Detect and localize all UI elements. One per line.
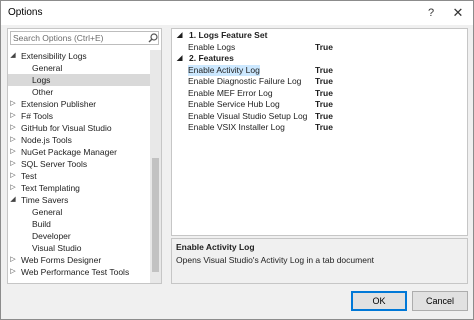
grid-property-row[interactable]: Enable Diagnostic Failure Log True <box>172 76 467 87</box>
tree-item-label: Web Forms Designer <box>21 255 102 265</box>
tree-item-label: Logs <box>32 75 51 85</box>
help-button[interactable]: ? <box>417 2 445 24</box>
search-box[interactable] <box>10 31 159 45</box>
ok-button[interactable]: OK <box>351 291 407 311</box>
expand-arrow-icon[interactable]: ▷ <box>9 254 17 266</box>
tree-item[interactable]: ▷ NuGet Package Manager <box>8 146 150 158</box>
property-value[interactable]: True <box>315 65 333 76</box>
close-button[interactable]: ✕ <box>444 2 472 24</box>
tree-item-label: General <box>32 63 63 73</box>
expand-arrow-icon[interactable]: ▷ <box>9 158 17 170</box>
expand-arrow-icon[interactable]: ▷ <box>9 182 17 194</box>
cancel-button[interactable]: Cancel <box>412 291 468 311</box>
property-name[interactable]: Enable VSIX Installer Log <box>188 122 285 133</box>
tree-item[interactable]: ◢ Time Savers <box>8 194 150 206</box>
tree-scrollbar[interactable] <box>150 50 161 283</box>
category-label: 2. Features <box>189 53 234 63</box>
tree-item[interactable]: Build <box>8 218 150 230</box>
property-value[interactable]: True <box>315 111 333 122</box>
tree-item[interactable]: ▷ Text Templating <box>8 182 150 194</box>
grid-property-row[interactable]: Enable Visual Studio Setup Log True <box>172 111 467 122</box>
expand-arrow-icon[interactable]: ▷ <box>9 122 17 134</box>
property-value[interactable]: True <box>315 99 333 110</box>
property-grid: ◢ 1. Logs Feature Set Enable Logs True ◢ 2. F… <box>171 28 468 236</box>
tree-item-label: Other <box>32 87 54 97</box>
tree-item-label: General <box>32 207 63 217</box>
property-name[interactable]: Enable Visual Studio Setup Log <box>188 111 307 122</box>
tree-item-label: Time Savers <box>21 195 69 205</box>
options-tree: ◢ Extensibility Logs General Logs Other ▷ Exte… <box>8 50 150 283</box>
tree-item-label: NuGet Package Manager <box>21 147 117 157</box>
tree-item-label: Node.js Tools <box>21 135 72 145</box>
property-name[interactable]: Enable Diagnostic Failure Log <box>188 76 301 87</box>
property-name[interactable]: Enable Activity Log <box>188 64 260 76</box>
collapse-arrow-icon[interactable]: ◢ <box>9 194 17 206</box>
tree-item-label: SQL Server Tools <box>21 159 88 169</box>
tree-item[interactable]: ▷ Extension Publisher <box>8 98 150 110</box>
options-dialog: Options ? ✕ ◢ Extensibility Logs General Lo… <box>0 0 474 320</box>
tree-item[interactable]: Visual Studio <box>8 242 150 254</box>
tree-item[interactable]: ▷ Web Performance Test Tools <box>8 266 150 278</box>
tree-item[interactable]: ◢ Extensibility Logs <box>8 50 150 62</box>
search-input[interactable] <box>13 32 143 44</box>
description-text: Opens Visual Studio's Activity Log in a … <box>176 255 375 265</box>
property-name[interactable]: Enable MEF Error Log <box>188 88 273 99</box>
tree-item[interactable]: ▷ SQL Server Tools <box>8 158 150 170</box>
tree-item[interactable]: ▷ Node.js Tools <box>8 134 150 146</box>
tree-item-label: Test <box>21 171 37 181</box>
grid-category[interactable]: ◢ 1. Logs Feature Set <box>172 30 467 41</box>
property-value[interactable]: True <box>315 122 333 133</box>
grid-property-row[interactable]: Enable MEF Error Log True <box>172 88 467 99</box>
tree-item[interactable]: Developer <box>8 230 150 242</box>
window-title: Options <box>8 7 43 18</box>
tree-item[interactable]: General <box>8 206 150 218</box>
property-name[interactable]: Enable Logs <box>188 42 235 53</box>
property-name[interactable]: Enable Service Hub Log <box>188 99 280 110</box>
search-icon[interactable] <box>148 33 158 43</box>
tree-item-label: F# Tools <box>21 111 53 121</box>
collapse-arrow-icon[interactable]: ◢ <box>177 30 182 41</box>
tree-item-label: GitHub for Visual Studio <box>21 123 112 133</box>
tree-item[interactable]: Other <box>8 86 150 98</box>
expand-arrow-icon[interactable]: ▷ <box>9 170 17 182</box>
grid-category[interactable]: ◢ 2. Features <box>172 53 467 64</box>
tree-item[interactable]: ▷ Test <box>8 170 150 182</box>
grid-property-row[interactable]: Enable VSIX Installer Log True <box>172 122 467 133</box>
description-title: Enable Activity Log <box>176 242 255 252</box>
tree-item[interactable]: ▷ F# Tools <box>8 110 150 122</box>
property-value[interactable]: True <box>315 76 333 87</box>
tree-item[interactable]: ▷ GitHub for Visual Studio <box>8 122 150 134</box>
grid-property-row[interactable]: Enable Service Hub Log True <box>172 99 467 110</box>
tree-item[interactable]: General <box>8 62 150 74</box>
tree-item-label: Text Templating <box>21 183 80 193</box>
tree-item-label: Developer <box>32 231 71 241</box>
tree-item-label: Build <box>32 219 51 229</box>
expand-arrow-icon[interactable]: ▷ <box>9 98 17 110</box>
tree-item-label: Extensibility Logs <box>21 51 87 61</box>
tree-item[interactable]: Logs <box>8 74 150 86</box>
scrollbar-thumb[interactable] <box>152 158 159 272</box>
property-value[interactable]: True <box>315 42 333 53</box>
expand-arrow-icon[interactable]: ▷ <box>9 266 17 278</box>
description-panel: Enable Activity Log Opens Visual Studio'… <box>171 238 468 284</box>
collapse-arrow-icon[interactable]: ◢ <box>177 53 182 64</box>
expand-arrow-icon[interactable]: ▷ <box>9 110 17 122</box>
property-value[interactable]: True <box>315 88 333 99</box>
options-navigation-pane: ◢ Extensibility Logs General Logs Other ▷ Exte… <box>7 28 162 284</box>
tree-item-label: Visual Studio <box>32 243 82 253</box>
title-bar: Options ? ✕ <box>1 1 473 25</box>
collapse-arrow-icon[interactable]: ◢ <box>9 50 17 62</box>
tree-item-label: Extension Publisher <box>21 99 97 109</box>
grid-property-row[interactable]: Enable Activity Log True <box>172 64 467 76</box>
expand-arrow-icon[interactable]: ▷ <box>9 146 17 158</box>
grid-property-row[interactable]: Enable Logs True <box>172 42 467 53</box>
tree-item[interactable]: ▷ Web Forms Designer <box>8 254 150 266</box>
expand-arrow-icon[interactable]: ▷ <box>9 134 17 146</box>
category-label: 1. Logs Feature Set <box>189 30 268 40</box>
tree-item-label: Web Performance Test Tools <box>21 267 130 277</box>
